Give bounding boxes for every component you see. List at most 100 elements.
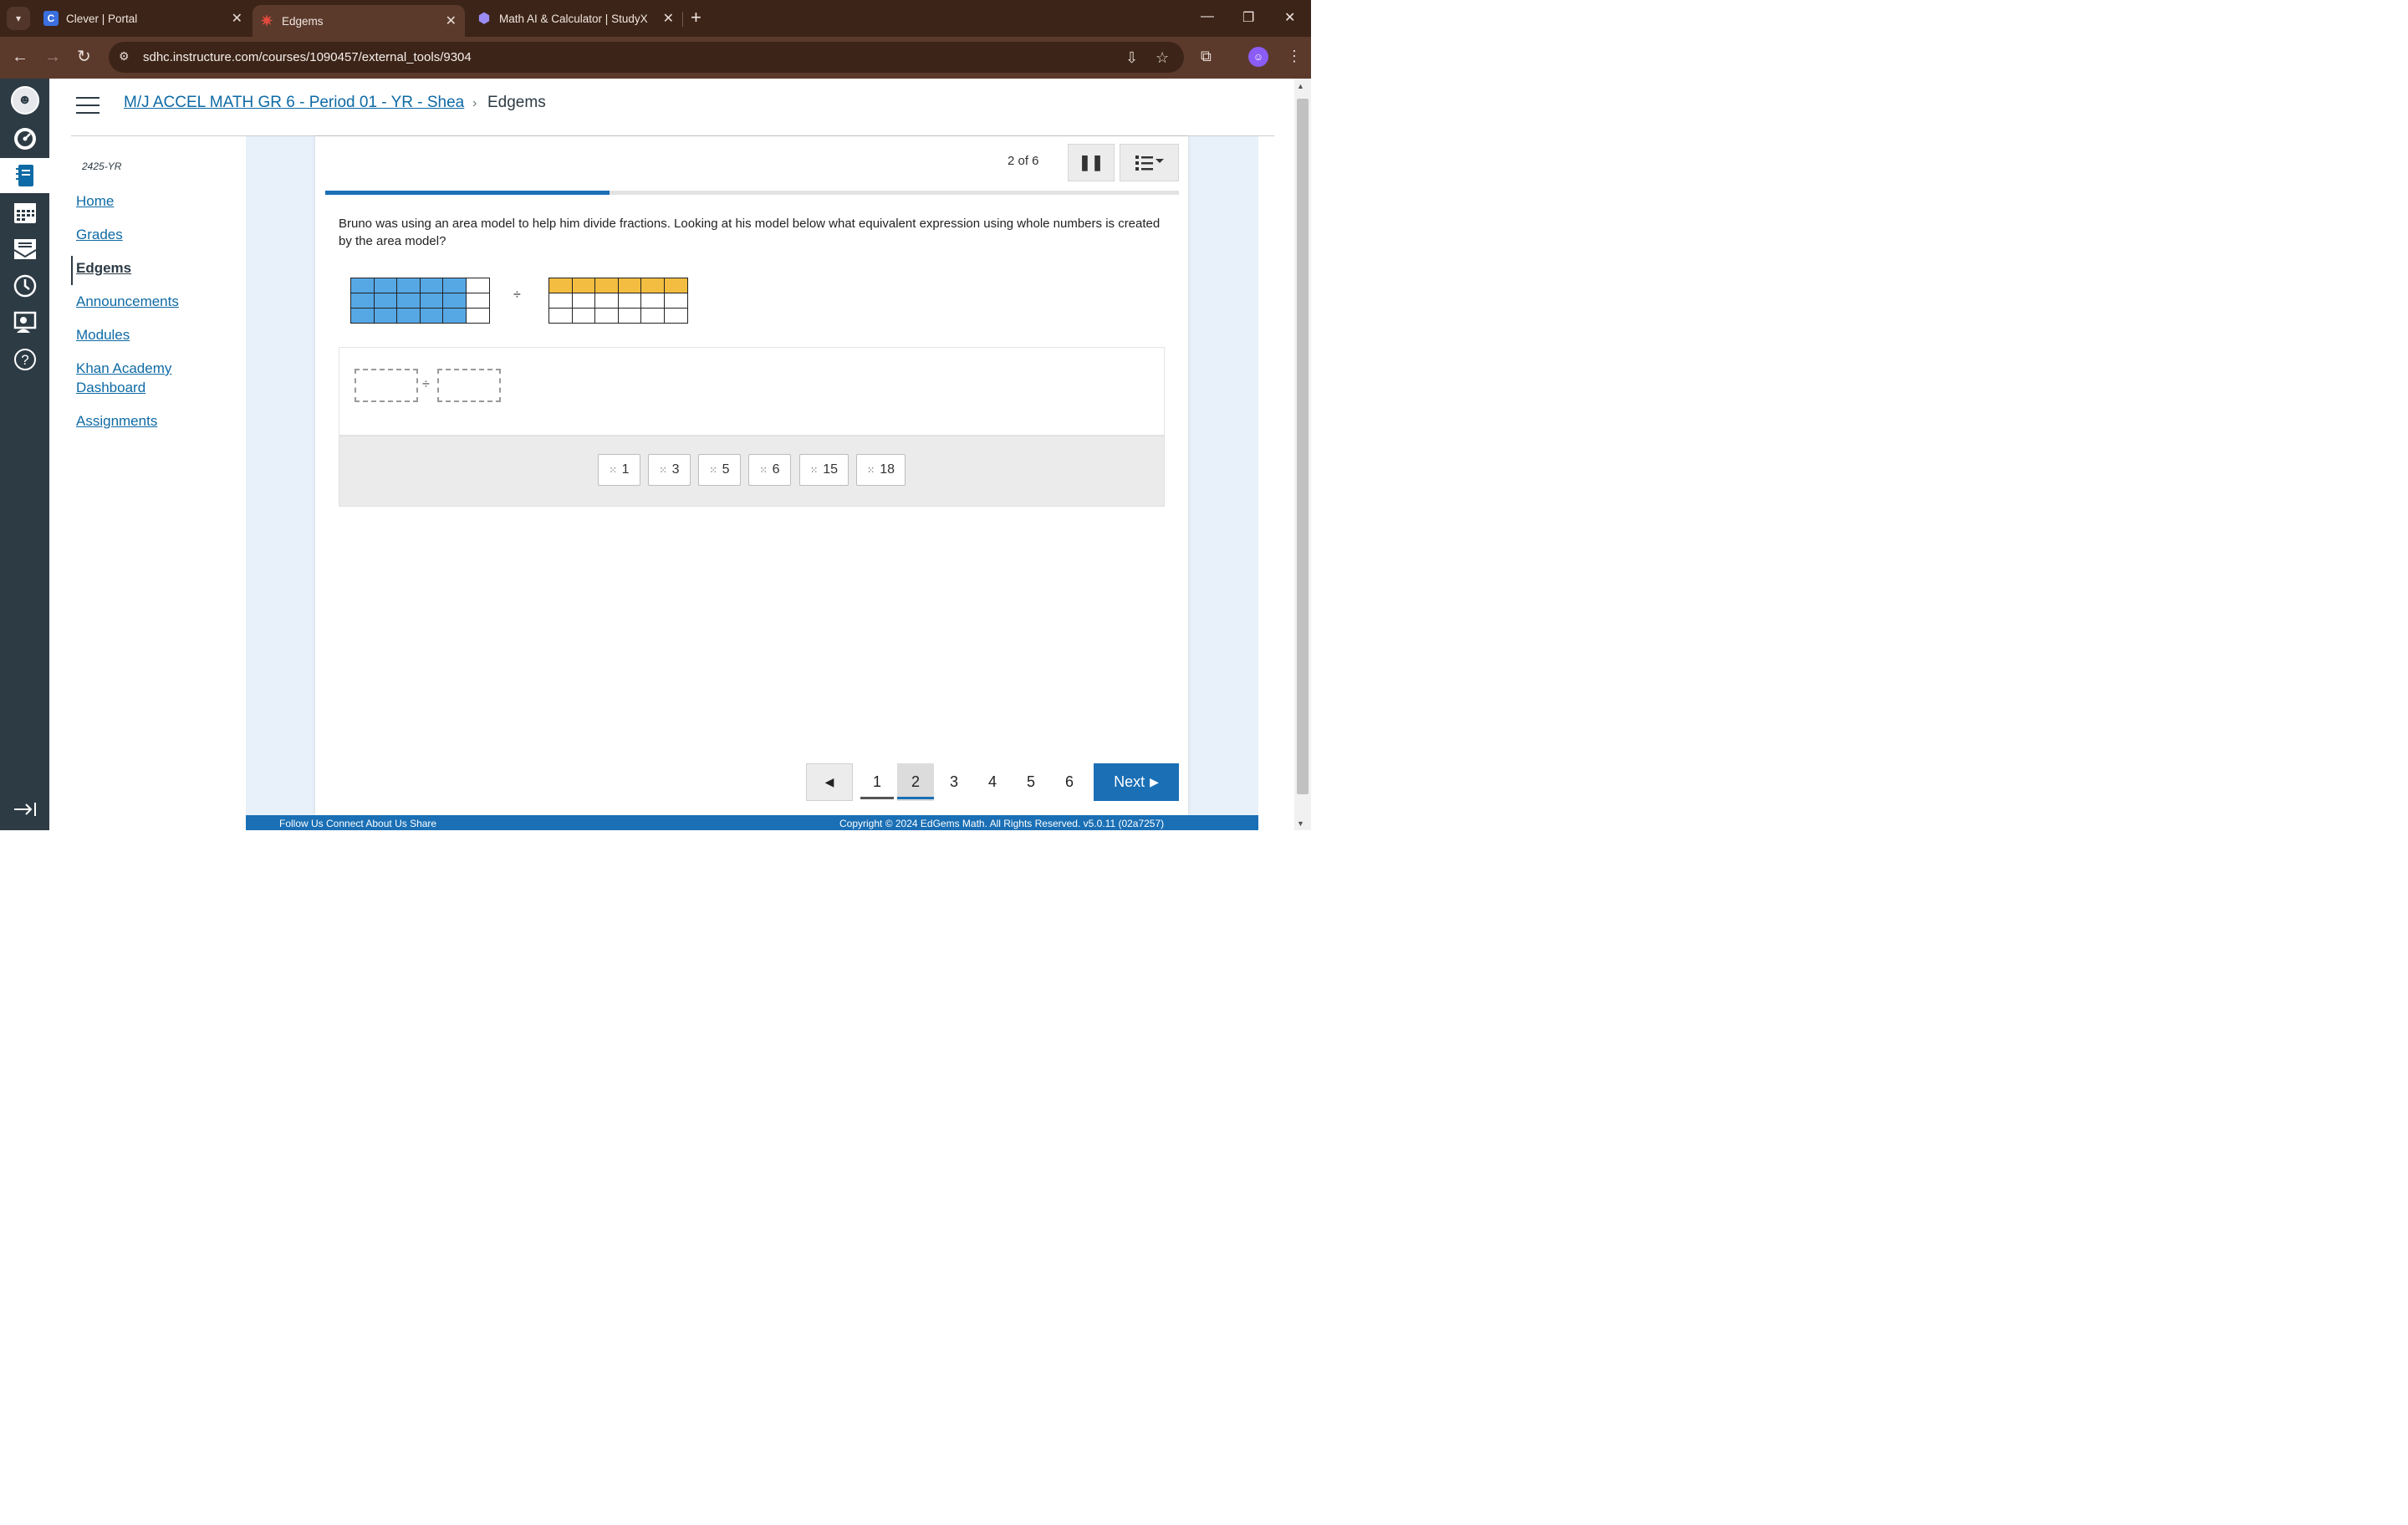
collapse-nav-button[interactable] (0, 792, 49, 827)
next-label: Next (1114, 773, 1145, 790)
page-button-3[interactable]: 3 (936, 763, 972, 801)
area-model-cell (548, 278, 573, 293)
forward-icon[interactable]: → (44, 47, 61, 67)
browser-tab-strip: ▾ C Clever | Portal ✕ ✷ Edgems ✕ ⬢ Math … (0, 0, 1311, 37)
question-list-button[interactable] (1120, 144, 1179, 181)
url-text[interactable]: sdhc.instructure.com/courses/1090457/ext… (143, 50, 472, 64)
extensions-icon[interactable]: ⧉ (1201, 48, 1212, 65)
browser-menu-icon[interactable]: ⋮ (1287, 48, 1302, 65)
nav-courses[interactable] (0, 158, 49, 193)
browser-toolbar: ← → ↻ ⚙ sdhc.instructure.com/courses/109… (0, 37, 1311, 79)
tab-studyx[interactable]: ⬢ Math AI & Calculator | StudyX ✕ (470, 0, 682, 37)
caret-left-icon: ◀ (824, 775, 834, 788)
tab-clever[interactable]: C Clever | Portal ✕ (37, 0, 251, 37)
course-nav-assignments[interactable]: Assignments (76, 411, 157, 431)
course-nav-grades[interactable]: Grades (76, 225, 123, 244)
new-tab-button[interactable]: + (691, 8, 701, 27)
course-nav-modules[interactable]: Modules (76, 325, 130, 344)
footer-copyright: Copyright © 2024 EdGems Math. All Rights… (839, 818, 1165, 829)
answer-tile[interactable]: ⁙ 6 (748, 454, 791, 486)
area-model-cell (396, 278, 421, 293)
tab-title: Clever | Portal (66, 12, 138, 25)
course-term: 2425-YR (82, 161, 122, 172)
courses-icon (15, 165, 33, 186)
nav-history[interactable] (0, 268, 49, 303)
tab-edgems[interactable]: ✷ Edgems ✕ (253, 5, 465, 37)
page-button-4[interactable]: 4 (974, 763, 1011, 801)
area-model-cell (640, 308, 665, 324)
area-model-divisor (548, 278, 688, 324)
site-info-icon[interactable]: ⚙ (119, 49, 130, 64)
scrollbar-thumb[interactable] (1297, 99, 1309, 794)
area-model-cell (465, 278, 490, 293)
answer-tile[interactable]: ⁙ 1 (598, 454, 640, 486)
area-model-cell (663, 278, 688, 293)
bookmark-star-icon[interactable]: ☆ (1156, 49, 1169, 67)
reload-icon[interactable]: ↻ (77, 47, 91, 67)
scroll-down-icon[interactable]: ▼ (1297, 819, 1304, 828)
tab-search-button[interactable]: ▾ (7, 7, 30, 30)
address-bar[interactable]: ⚙ sdhc.instructure.com/courses/1090457/e… (109, 42, 1184, 73)
area-model-dividend (350, 278, 490, 324)
nav-studio[interactable] (0, 305, 49, 340)
breadcrumb-course-link[interactable]: M/J ACCEL MATH GR 6 - Period 01 - YR - S… (124, 94, 464, 112)
nav-dashboard[interactable] (0, 121, 49, 156)
area-model-cell (396, 293, 421, 309)
question-counter: 2 of 6 (1008, 154, 1039, 168)
previous-button[interactable]: ◀ (806, 763, 853, 801)
dividend-drop-zone[interactable] (355, 369, 418, 402)
answer-tile[interactable]: ⁙ 18 (856, 454, 906, 486)
nav-inbox[interactable] (0, 232, 49, 267)
back-icon[interactable]: ← (12, 47, 28, 67)
footer-links[interactable]: Follow Us Connect About Us Share (279, 818, 436, 829)
breadcrumb-current: Edgems (487, 94, 546, 111)
minimize-icon[interactable]: — (1201, 9, 1214, 24)
close-window-icon[interactable]: ✕ (1284, 9, 1295, 26)
edgems-favicon-icon: ✷ (260, 12, 273, 29)
area-model-cell (594, 308, 619, 324)
restore-icon[interactable]: ❐ (1242, 9, 1254, 26)
account-avatar[interactable]: ☻ (0, 83, 49, 118)
close-tab-icon[interactable]: ✕ (663, 10, 674, 27)
divisor-drop-zone[interactable] (437, 369, 501, 402)
drag-handle-icon: ⁙ (659, 465, 666, 476)
caret-right-icon: ▶ (1150, 775, 1159, 788)
area-model-cell (548, 293, 573, 309)
area-model-cell (419, 278, 444, 293)
progress-bar (325, 191, 1179, 195)
answer-tile[interactable]: ⁙ 15 (799, 454, 849, 486)
progress-bar-fill (325, 191, 610, 195)
nav-calendar[interactable] (0, 195, 49, 230)
answer-tile[interactable]: ⁙ 3 (648, 454, 691, 486)
course-nav-announcements[interactable]: Announcements (76, 292, 179, 311)
area-model-cell (617, 308, 642, 324)
breadcrumb-chevron-icon: › (472, 96, 477, 110)
area-model-cell (442, 293, 467, 309)
area-model-cell (617, 293, 642, 309)
install-app-icon[interactable]: ⇩ (1125, 49, 1138, 67)
collapse-arrow-icon (13, 803, 36, 816)
answer-tile[interactable]: ⁙ 5 (698, 454, 741, 486)
tool-footer: Follow Us Connect About Us Share Copyrig… (246, 815, 1258, 830)
course-nav-home[interactable]: Home (76, 191, 114, 211)
area-model-cell (373, 278, 398, 293)
course-nav-edgems[interactable]: Edgems (76, 258, 131, 278)
answer-division-symbol: ÷ (422, 377, 430, 391)
close-tab-icon[interactable]: ✕ (446, 13, 457, 29)
pause-button[interactable]: ❚❚ (1068, 144, 1115, 181)
page-button-6[interactable]: 6 (1051, 763, 1088, 801)
course-nav-khan-academy[interactable]: Khan Academy Dashboard (76, 359, 185, 397)
profile-avatar[interactable]: ☺ (1248, 47, 1268, 67)
global-navigation: ☻ ? (0, 79, 49, 830)
nav-help[interactable]: ? (0, 342, 49, 377)
page-button-2[interactable]: 2 (897, 763, 934, 801)
area-model-cell (396, 308, 421, 324)
course-menu-toggle[interactable] (76, 97, 99, 114)
area-model-cell (663, 293, 688, 309)
page-button-1[interactable]: 1 (859, 763, 895, 801)
next-button[interactable]: Next ▶ (1094, 763, 1179, 801)
scroll-up-icon[interactable]: ▲ (1297, 82, 1304, 90)
page-button-5[interactable]: 5 (1013, 763, 1049, 801)
area-model-cell (419, 293, 444, 309)
close-tab-icon[interactable]: ✕ (232, 10, 242, 27)
